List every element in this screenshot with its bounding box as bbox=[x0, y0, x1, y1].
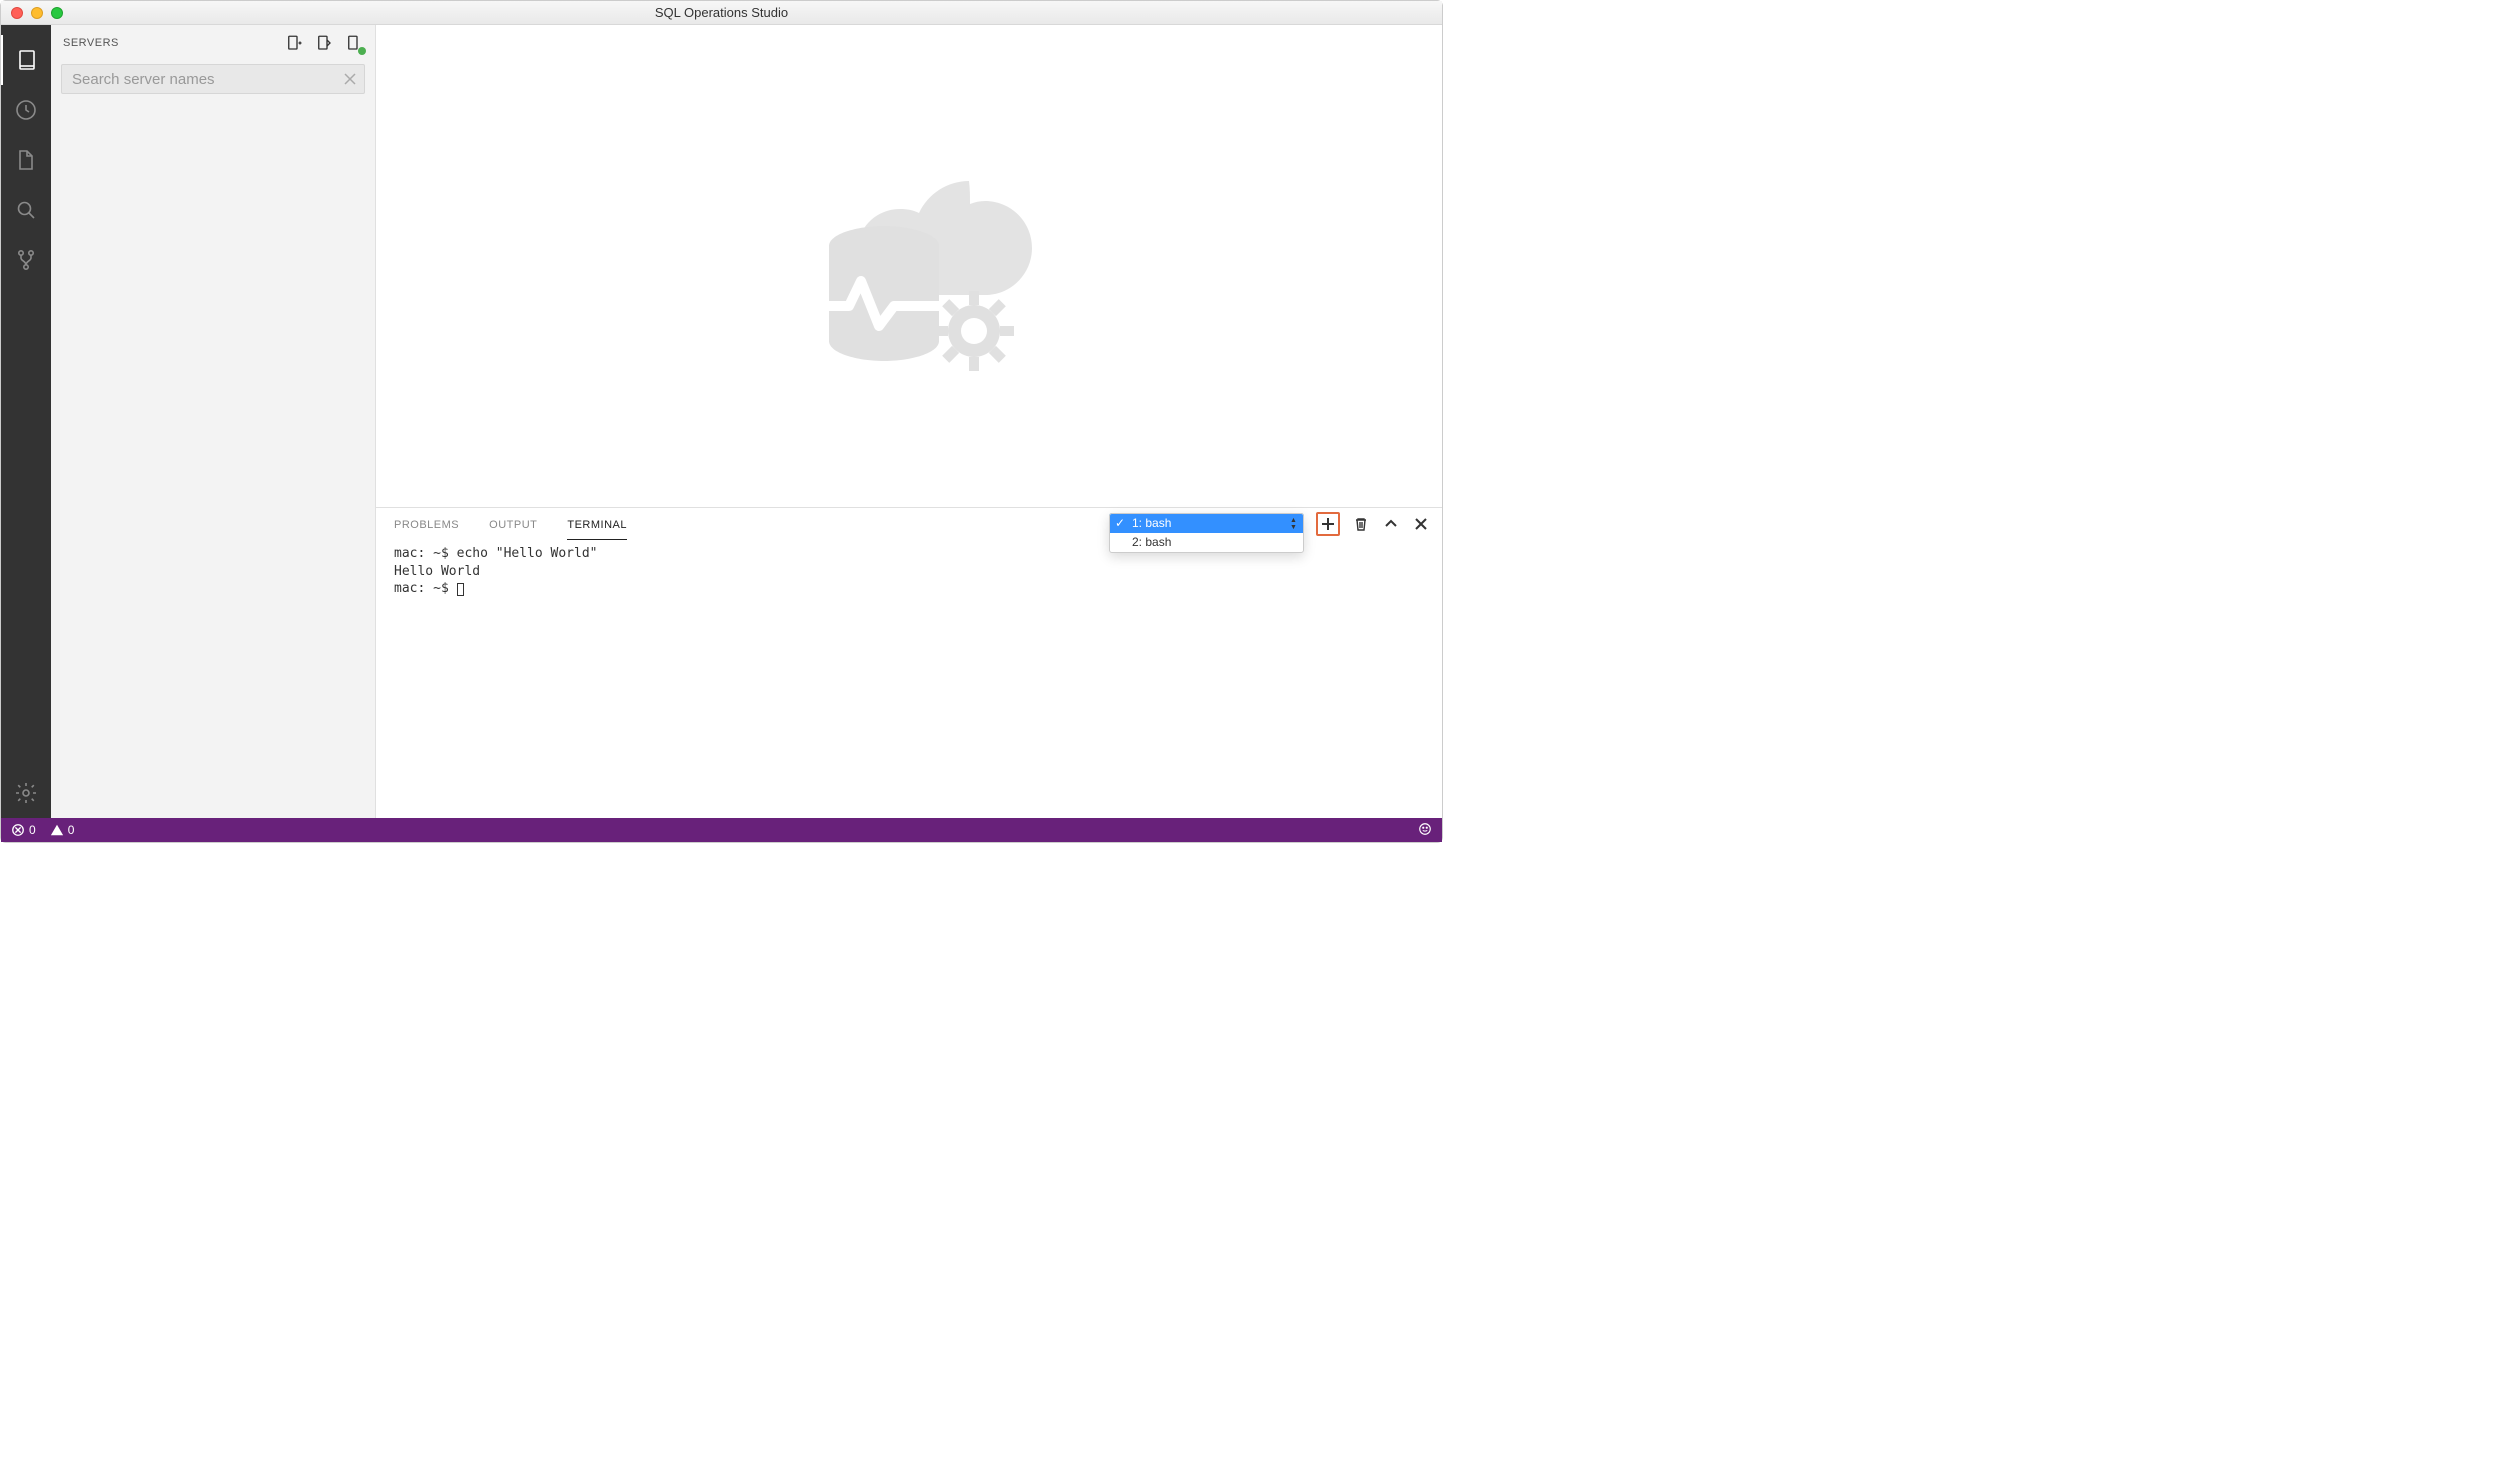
panel: PROBLEMS OUTPUT TERMINAL ✓ 1: bash 2: ba… bbox=[376, 508, 1442, 818]
terminal-option-label: 2: bash bbox=[1132, 535, 1171, 549]
activity-explorer-icon[interactable] bbox=[1, 135, 51, 185]
editor-watermark bbox=[376, 25, 1442, 508]
tab-problems[interactable]: PROBLEMS bbox=[394, 511, 459, 539]
new-connection-icon[interactable] bbox=[285, 34, 303, 52]
server-search-input[interactable] bbox=[72, 71, 336, 88]
kill-terminal-button[interactable] bbox=[1352, 515, 1370, 533]
feedback-icon[interactable] bbox=[1418, 822, 1432, 839]
workbench: SERVERS bbox=[1, 25, 1442, 818]
status-warnings[interactable]: 0 bbox=[50, 823, 75, 837]
new-terminal-button[interactable] bbox=[1316, 512, 1340, 536]
panel-actions: ✓ 1: bash 2: bash ▲▼ bbox=[1109, 512, 1430, 536]
titlebar: SQL Operations Studio bbox=[1, 1, 1442, 25]
status-errors[interactable]: 0 bbox=[11, 823, 36, 837]
new-server-group-icon[interactable] bbox=[315, 34, 333, 52]
terminal-line: mac: ~$ bbox=[394, 581, 457, 596]
terminal-option-1[interactable]: ✓ 1: bash bbox=[1110, 514, 1303, 533]
tab-output[interactable]: OUTPUT bbox=[489, 511, 537, 539]
window-title: SQL Operations Studio bbox=[1, 5, 1442, 20]
maximize-panel-button[interactable] bbox=[1382, 515, 1400, 533]
watermark-icon bbox=[769, 126, 1049, 406]
terminal-option-2[interactable]: 2: bash bbox=[1110, 533, 1303, 552]
terminal-line: Hello World bbox=[394, 564, 480, 579]
status-error-count: 0 bbox=[29, 823, 36, 837]
terminal-cursor bbox=[457, 583, 464, 596]
check-icon: ✓ bbox=[1115, 514, 1125, 533]
activity-servers-icon[interactable] bbox=[1, 35, 51, 85]
clear-search-icon[interactable] bbox=[342, 71, 358, 87]
status-bar: 0 0 bbox=[1, 818, 1442, 842]
sidebar-title: SERVERS bbox=[63, 37, 285, 49]
select-chevrons-icon: ▲▼ bbox=[1290, 516, 1300, 532]
activity-search-icon[interactable] bbox=[1, 185, 51, 235]
server-search-box[interactable] bbox=[61, 64, 365, 94]
sidebar: SERVERS bbox=[51, 25, 376, 818]
activity-history-icon[interactable] bbox=[1, 85, 51, 135]
active-connections-icon[interactable] bbox=[345, 34, 363, 52]
sidebar-header: SERVERS bbox=[51, 25, 375, 60]
terminal-line: mac: ~$ echo "Hello World" bbox=[394, 546, 598, 561]
activity-settings-icon[interactable] bbox=[1, 768, 51, 818]
status-online-dot bbox=[358, 47, 366, 55]
terminal-selector-dropdown: ✓ 1: bash 2: bash ▲▼ bbox=[1109, 513, 1304, 553]
error-icon bbox=[11, 823, 25, 837]
activity-bar bbox=[1, 25, 51, 818]
close-panel-button[interactable] bbox=[1412, 515, 1430, 533]
activity-source-control-icon[interactable] bbox=[1, 235, 51, 285]
terminal-content[interactable]: mac: ~$ echo "Hello World" Hello World m… bbox=[376, 543, 1442, 818]
panel-tabs: PROBLEMS OUTPUT TERMINAL ✓ 1: bash 2: ba… bbox=[376, 508, 1442, 543]
warning-icon bbox=[50, 823, 64, 837]
terminal-selector[interactable]: ✓ 1: bash 2: bash ▲▼ bbox=[1109, 513, 1304, 535]
terminal-option-label: 1: bash bbox=[1132, 516, 1171, 530]
editor-area: PROBLEMS OUTPUT TERMINAL ✓ 1: bash 2: ba… bbox=[376, 25, 1442, 818]
tab-terminal[interactable]: TERMINAL bbox=[567, 511, 627, 540]
status-warning-count: 0 bbox=[68, 823, 75, 837]
